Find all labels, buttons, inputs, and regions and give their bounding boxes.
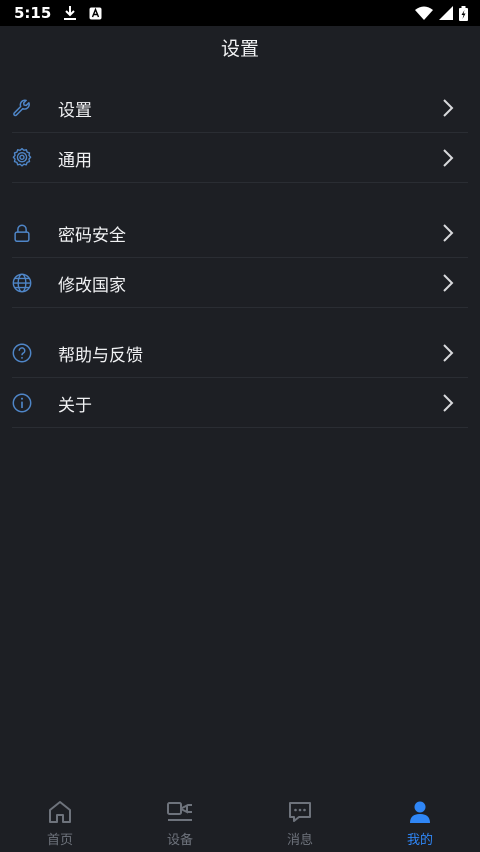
gear-icon bbox=[12, 147, 32, 167]
menu-item-label: 帮助与反馈 bbox=[58, 345, 143, 366]
menu-item-help-feedback[interactable]: 帮助与反馈 bbox=[0, 328, 480, 378]
tab-label: 首页 bbox=[46, 833, 73, 848]
device-icon bbox=[167, 802, 192, 821]
menu-item-label: 设置 bbox=[58, 100, 92, 121]
tab-home[interactable]: 首页 bbox=[0, 790, 120, 852]
divider bbox=[12, 307, 468, 308]
wrench-icon bbox=[13, 99, 30, 117]
divider bbox=[12, 427, 468, 428]
message-icon bbox=[289, 802, 311, 822]
menu-item-label: 通用 bbox=[58, 150, 92, 171]
menu-item-password-security[interactable]: 密码安全 bbox=[0, 208, 480, 258]
chevron-right-icon bbox=[443, 344, 454, 362]
divider bbox=[12, 182, 468, 183]
user-icon bbox=[410, 801, 430, 823]
globe-icon bbox=[12, 273, 32, 293]
menu-item-settings[interactable]: 设置 bbox=[0, 83, 480, 133]
bottom-tab-bar: 首页 设备 消息 我的 bbox=[0, 790, 480, 852]
question-icon bbox=[12, 343, 32, 363]
signal-icon bbox=[439, 6, 453, 20]
tab-devices[interactable]: 设备 bbox=[120, 790, 240, 852]
tab-messages[interactable]: 消息 bbox=[240, 790, 360, 852]
chevron-right-icon bbox=[443, 394, 454, 412]
chevron-right-icon bbox=[443, 274, 454, 292]
menu-item-label: 密码安全 bbox=[58, 225, 126, 246]
download-icon bbox=[64, 6, 77, 20]
menu-item-label: 关于 bbox=[58, 395, 92, 416]
status-time: 5:15 bbox=[14, 4, 52, 22]
lock-icon bbox=[14, 224, 30, 242]
menu-item-about[interactable]: 关于 bbox=[0, 378, 480, 428]
menu-item-general[interactable]: 通用 bbox=[0, 133, 480, 183]
app-notification-icon bbox=[89, 7, 102, 19]
tab-label: 设备 bbox=[166, 833, 193, 848]
settings-group-3: 帮助与反馈 关于 bbox=[0, 328, 480, 428]
home-icon bbox=[49, 801, 71, 823]
tab-label: 消息 bbox=[286, 833, 313, 848]
page-title: 设置 bbox=[220, 38, 259, 60]
menu-item-change-country[interactable]: 修改国家 bbox=[0, 258, 480, 308]
menu-item-label: 修改国家 bbox=[58, 275, 126, 296]
chevron-right-icon bbox=[443, 99, 454, 117]
battery-icon bbox=[459, 5, 468, 21]
status-bar: 5:15 bbox=[0, 0, 480, 26]
settings-group-2: 密码安全 修改国家 bbox=[0, 208, 480, 308]
tab-label: 我的 bbox=[406, 833, 433, 848]
settings-group-1: 设置 通用 bbox=[0, 83, 480, 183]
chevron-right-icon bbox=[443, 149, 454, 167]
wifi-icon bbox=[415, 6, 433, 20]
chevron-right-icon bbox=[443, 224, 454, 242]
tab-profile[interactable]: 我的 bbox=[360, 790, 480, 852]
info-icon bbox=[12, 393, 32, 413]
